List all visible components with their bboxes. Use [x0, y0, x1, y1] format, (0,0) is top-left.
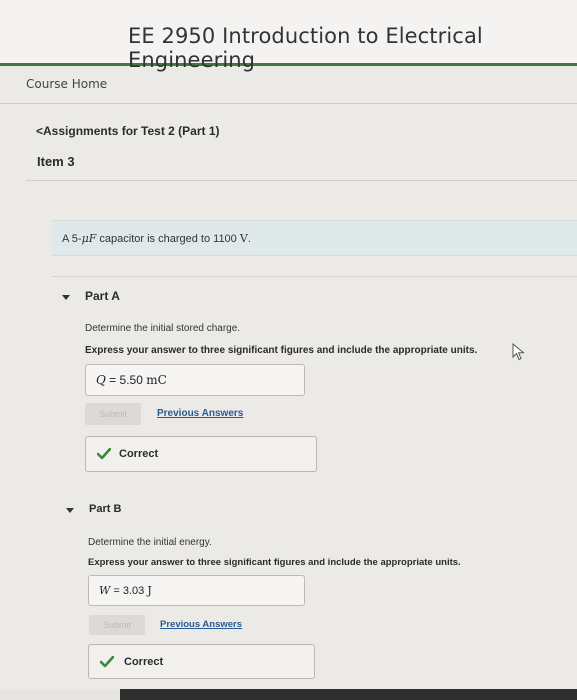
question-middle: capacitor is charged to 1100: [96, 233, 240, 245]
part-b-previous-answers-link[interactable]: Previous Answers: [160, 619, 242, 630]
page-header: EE 2950 Introduction to Electrical Engin…: [0, 0, 577, 72]
answer-equals: =: [105, 373, 120, 387]
answer-value: 5.50: [119, 373, 147, 387]
answer-variable: Q: [96, 373, 106, 387]
part-a-submit-button[interactable]: Submit: [85, 403, 141, 425]
divider: [52, 276, 577, 277]
part-a-previous-answers-link[interactable]: Previous Answers: [157, 408, 243, 419]
answer-unit: J: [147, 584, 152, 597]
mouse-cursor-icon: [512, 343, 525, 361]
answer-unit: mC: [146, 373, 167, 387]
question-unit-symbol: μF: [81, 232, 97, 245]
check-icon: [97, 448, 111, 460]
part-a-status: Correct: [119, 448, 159, 460]
question-panel: A 5-μF capacitor is charged to 1100 V.: [52, 220, 577, 256]
part-b-instruction: Express your answer to three significant…: [88, 557, 461, 568]
course-home-link[interactable]: Course Home: [26, 77, 107, 91]
chevron-left-icon: <: [36, 124, 44, 138]
divider: [26, 180, 577, 181]
part-a-instruction: Express your answer to three significant…: [85, 345, 478, 356]
divider: [0, 103, 577, 104]
part-b-submit-button[interactable]: Submit: [89, 615, 145, 635]
item-title: Item 3: [37, 154, 75, 169]
breadcrumb-back-link[interactable]: <Assignments for Test 2 (Part 1): [36, 124, 220, 138]
part-a-prompt: Determine the initial stored charge.: [85, 323, 241, 334]
answer-equals: =: [110, 585, 123, 597]
check-icon: [100, 656, 114, 668]
part-b-answer: W = 3.03 J: [99, 584, 152, 597]
caret-down-icon[interactable]: [66, 508, 74, 513]
part-b-feedback: Correct: [88, 644, 315, 679]
answer-value: 3.03: [122, 585, 148, 597]
course-title: EE 2950 Introduction to Electrical Engin…: [128, 24, 483, 72]
breadcrumb-label: Assignments for Test 2 (Part 1): [43, 124, 220, 138]
caret-down-icon[interactable]: [62, 295, 70, 300]
part-b-answer-field[interactable]: W = 3.03 J: [88, 575, 305, 606]
question-volt-symbol: V: [239, 232, 248, 245]
question-text: A 5-μF capacitor is charged to 1100 V.: [62, 232, 251, 245]
question-suffix: .: [247, 233, 251, 245]
part-b-title[interactable]: Part B: [89, 503, 121, 515]
question-prefix: A 5-: [62, 233, 82, 245]
bottom-bar-segment: [0, 689, 120, 700]
answer-variable: W: [99, 584, 111, 597]
part-a-answer-field[interactable]: Q = 5.50 mC: [85, 364, 305, 396]
part-a-answer: Q = 5.50 mC: [96, 373, 167, 387]
part-b-status: Correct: [124, 656, 164, 668]
part-a-feedback: Correct: [85, 436, 317, 472]
part-a-title[interactable]: Part A: [85, 289, 120, 303]
part-b-prompt: Determine the initial energy.: [88, 537, 212, 548]
